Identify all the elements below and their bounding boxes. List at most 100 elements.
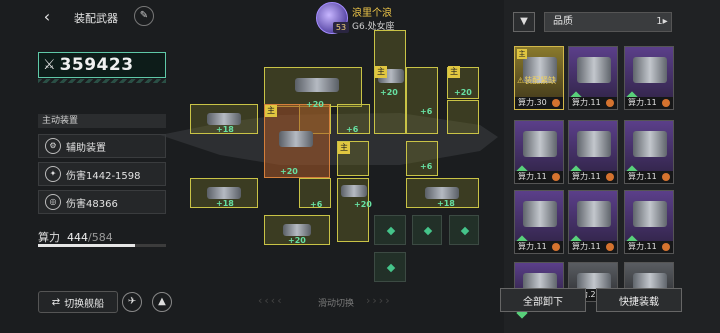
inventory-card[interactable]: 算力.11 xyxy=(514,120,564,184)
page-title: 装配武器 xyxy=(74,12,118,25)
bonus-label: +6 xyxy=(346,125,359,134)
inventory-card[interactable]: 算力.11 xyxy=(624,120,674,184)
inventory-card[interactable]: 算力.11 xyxy=(568,190,618,254)
missile-icon xyxy=(207,113,241,125)
weapon-icon xyxy=(577,57,611,83)
swipe-left-arrows: ‹‹‹‹ xyxy=(258,294,284,307)
player-name: 浪里个浪 xyxy=(352,8,392,19)
weapon-icon xyxy=(523,201,557,227)
weapon-icon xyxy=(633,201,667,227)
switch-ship-button[interactable]: ⇄ 切换舰船 xyxy=(38,291,118,313)
missile-icon xyxy=(207,187,241,199)
damage-row[interactable]: ✦ 伤害1442-1598 xyxy=(38,162,166,186)
bonus-label: +6 xyxy=(420,107,433,116)
bonus-label: +6 xyxy=(420,162,433,171)
cannon-icon xyxy=(295,78,339,92)
info-badge-icon xyxy=(552,173,560,181)
aux-device-icon: ⚙ xyxy=(45,138,61,154)
capacity-label: 算力 xyxy=(38,231,60,244)
weapon-icon xyxy=(577,131,611,157)
active-equipment-label: 主动装置 xyxy=(38,114,166,128)
main-tag: 主 xyxy=(517,49,527,59)
unequip-all-button[interactable]: 全部卸下 xyxy=(500,288,586,312)
empty-slot[interactable] xyxy=(374,215,406,245)
power-display: ⚔ 359423 xyxy=(38,52,166,78)
main-tag: 主 xyxy=(375,66,387,78)
sort-order-icon[interactable]: 1▸ xyxy=(652,12,672,32)
drill-icon xyxy=(283,224,311,236)
inventory-card[interactable]: 算力.11 xyxy=(568,46,618,110)
power-stripe xyxy=(38,79,166,83)
blade-icon xyxy=(279,131,313,147)
info-badge-icon xyxy=(662,243,670,251)
info-badge-icon xyxy=(552,99,560,107)
shortage-warning: ⚠装配紧缺 xyxy=(517,76,557,85)
bonus-label: +20 xyxy=(288,236,306,245)
capacity-bar xyxy=(38,244,166,247)
inventory-card[interactable]: 主 ⚠装配紧缺 算力.30 xyxy=(514,46,564,110)
weapon-slot-center-2[interactable] xyxy=(337,178,369,242)
weapon-slot-small-2[interactable] xyxy=(447,100,479,134)
info-badge-icon xyxy=(606,173,614,181)
bonus-label: +20 xyxy=(354,200,372,209)
switch-ship-label: 切换舰船 xyxy=(64,298,105,310)
weapon-icon xyxy=(523,131,557,157)
info-badge-icon xyxy=(606,243,614,251)
bonus-label: +6 xyxy=(310,200,323,209)
back-arrow-icon[interactable]: ‹ xyxy=(38,8,56,26)
quick-equip-button[interactable]: 快捷装载 xyxy=(596,288,682,312)
bonus-label: +20 xyxy=(454,88,472,97)
empty-slot[interactable] xyxy=(412,215,442,245)
empty-slot[interactable] xyxy=(449,215,479,245)
inventory-card[interactable]: 算力.11 xyxy=(514,190,564,254)
aux-device-row[interactable]: ⚙ 辅助装置 xyxy=(38,134,166,158)
inventory-card[interactable]: 算力.11 xyxy=(568,120,618,184)
capacity-current: 444 xyxy=(67,231,88,244)
damage-icon: ✦ xyxy=(45,166,61,182)
target-damage-row[interactable]: ◎ 伤害48366 xyxy=(38,190,166,214)
damage-label: 伤害1442-1598 xyxy=(66,170,141,182)
weapon-icon xyxy=(633,131,667,157)
weapon-icon xyxy=(633,57,667,83)
swipe-right-arrows: ›››› xyxy=(366,294,392,307)
swap-icon: ⇄ xyxy=(51,296,61,308)
info-badge-icon xyxy=(552,243,560,251)
info-badge-icon xyxy=(662,173,670,181)
quick-equip-label: 快捷装载 xyxy=(619,296,659,308)
bonus-label: +20 xyxy=(380,88,398,97)
pencil-icon[interactable]: ✎ xyxy=(134,6,154,26)
main-tag: 主 xyxy=(448,66,460,78)
bonus-label: +18 xyxy=(437,199,455,208)
bonus-label: +18 xyxy=(216,199,234,208)
bonus-label: +18 xyxy=(216,125,234,134)
fighter-icon xyxy=(341,185,367,197)
capacity-bar-fill xyxy=(38,244,136,247)
swipe-label: 滑动切换 xyxy=(318,299,355,309)
sort-label: 品质 xyxy=(553,16,573,27)
bonus-label: +20 xyxy=(306,100,324,109)
main-tag: 主 xyxy=(265,105,277,117)
info-badge-icon xyxy=(662,99,670,107)
weapon-slot-column[interactable] xyxy=(374,30,406,134)
aux-device-label: 辅助装置 xyxy=(66,142,106,154)
power-value: 359423 xyxy=(59,55,134,75)
weapon-slot-pod[interactable] xyxy=(406,67,438,134)
inventory-card[interactable]: 算力.11 xyxy=(624,46,674,110)
empty-slot[interactable] xyxy=(374,252,406,282)
bonus-label: +20 xyxy=(280,167,298,176)
wing-icon[interactable]: ✈ xyxy=(122,292,142,312)
target-damage-label: 伤害48366 xyxy=(66,198,118,210)
unequip-all-label: 全部卸下 xyxy=(523,296,563,308)
gatling-icon xyxy=(425,187,459,199)
filter-icon[interactable]: ▼ xyxy=(513,12,535,32)
capacity-max: /584 xyxy=(88,231,113,244)
target-icon: ◎ xyxy=(45,194,61,210)
weapon-icon xyxy=(577,201,611,227)
ship-icon[interactable]: ▲ xyxy=(152,292,172,312)
main-tag: 主 xyxy=(338,142,350,154)
player-level: 53 xyxy=(333,22,349,33)
crossed-swords-icon: ⚔ xyxy=(43,57,56,73)
capacity-text: 算力 444/584 xyxy=(38,229,113,245)
info-badge-icon xyxy=(606,99,614,107)
inventory-card[interactable]: 算力.11 xyxy=(624,190,674,254)
